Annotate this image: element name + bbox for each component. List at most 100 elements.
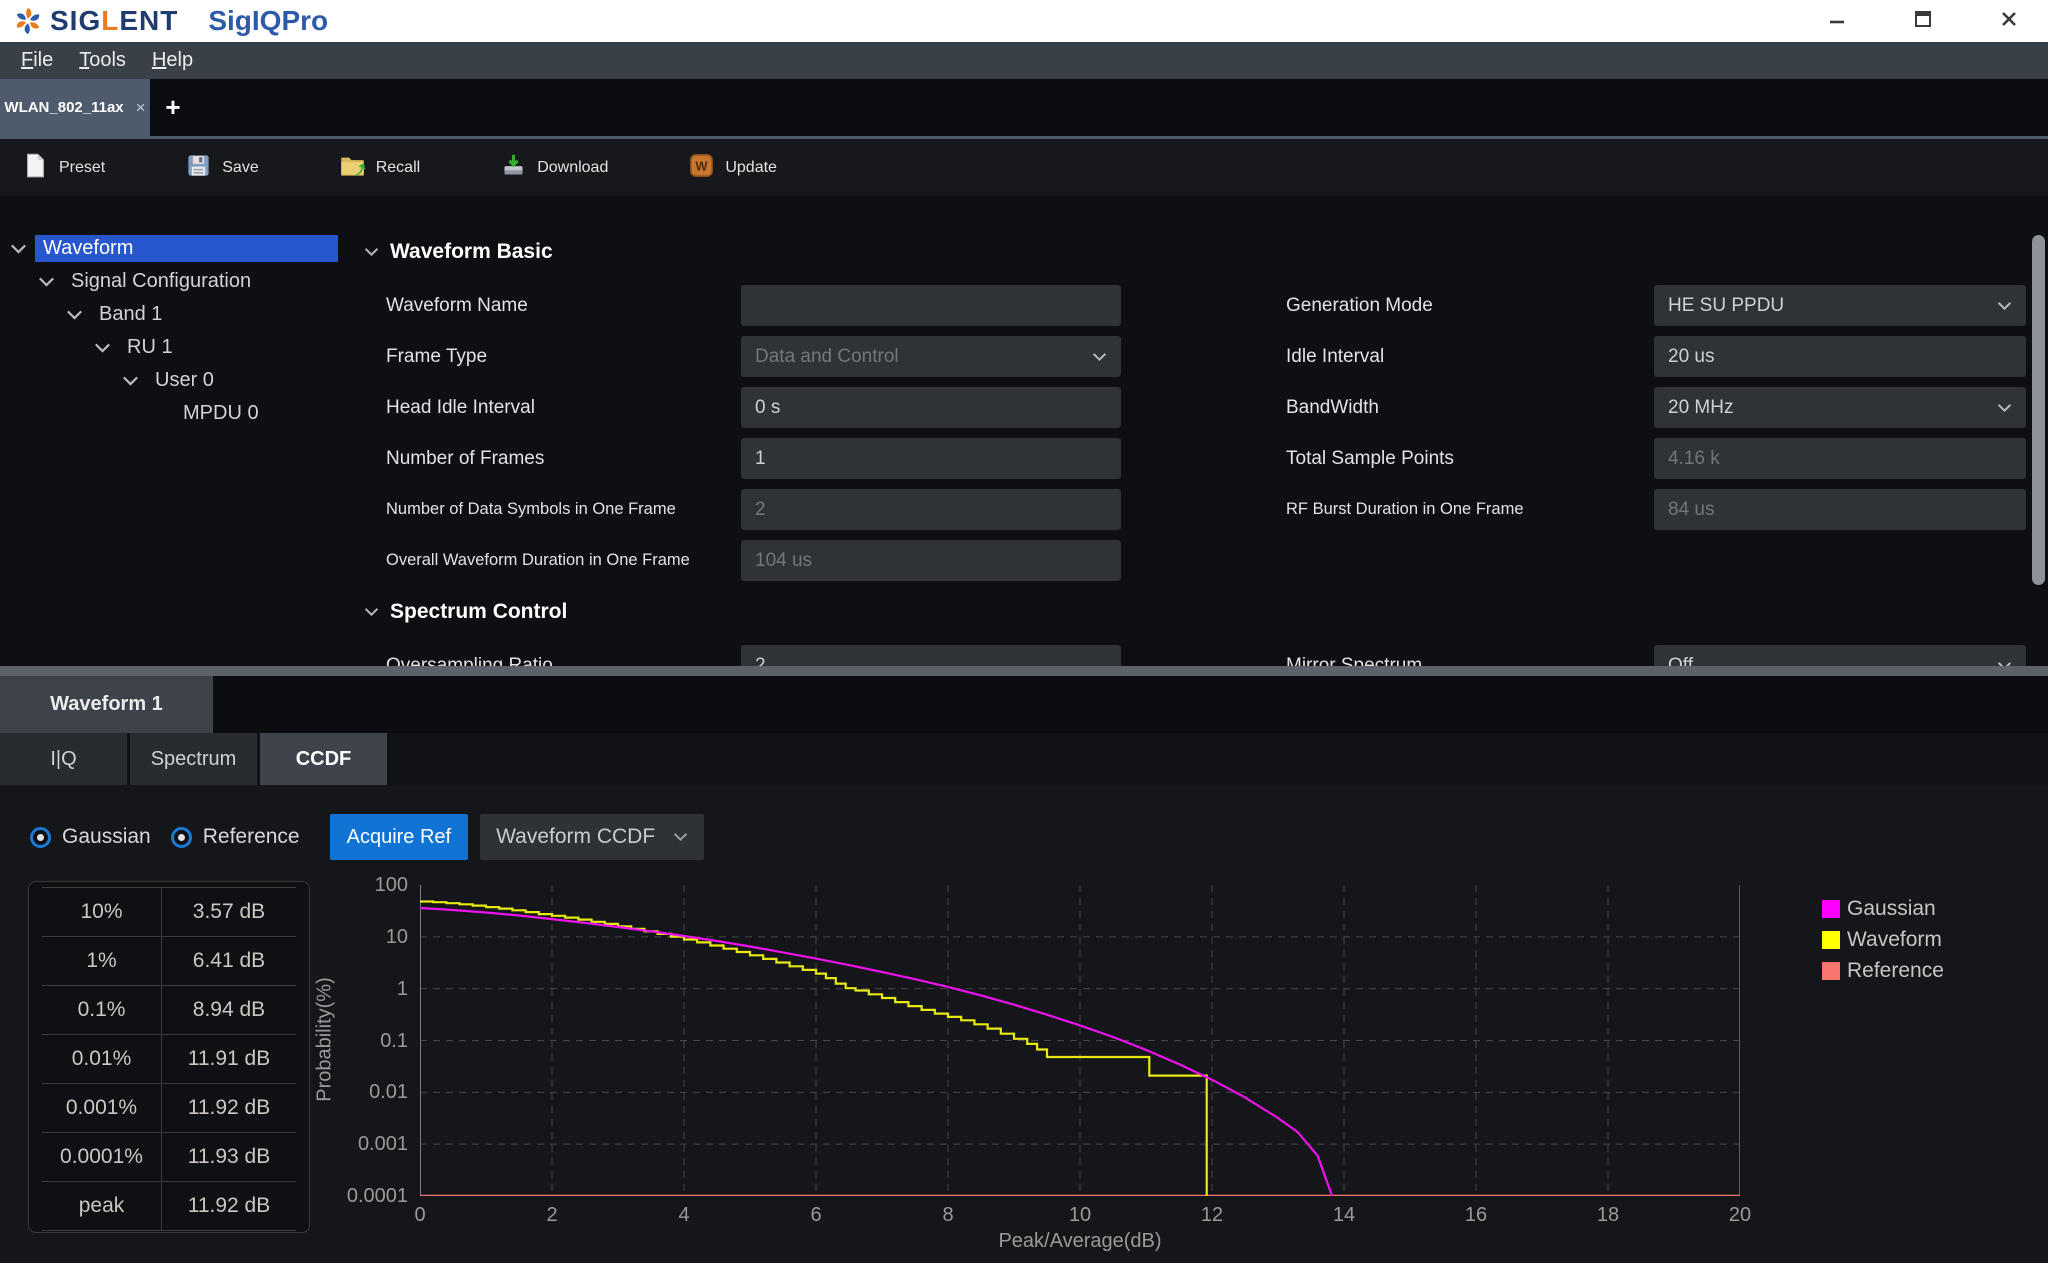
brand-text: SIGLENT — [50, 5, 178, 37]
y-tick-label: 0.1 — [338, 1030, 408, 1053]
field-value: 20 MHz — [1668, 397, 1733, 419]
field-idle-interval-input[interactable]: 20 us — [1654, 336, 2026, 377]
field-generation-mode-select[interactable]: HE SU PPDU — [1654, 285, 2026, 326]
column-gap — [1121, 387, 1286, 428]
maximize-icon — [1912, 8, 1934, 35]
analysis-panel: Waveform 1 I|QSpectrumCCDF GaussianRefer… — [0, 676, 2048, 1263]
brand-accent-letter: L — [101, 5, 119, 36]
field-value: 84 us — [1668, 499, 1714, 521]
stats-probability: 0.01% — [42, 1035, 162, 1083]
menu-item-tools[interactable]: Tools — [66, 49, 139, 72]
close-icon[interactable]: × — [136, 98, 146, 118]
tree-item-mpdu-0[interactable]: MPDU 0 — [0, 397, 358, 430]
stats-row: peak11.92 dB — [42, 1182, 296, 1231]
save-button[interactable]: Save — [185, 152, 258, 184]
minimize-button[interactable] — [1822, 6, 1852, 36]
menu-item-help[interactable]: Help — [139, 49, 206, 72]
stats-probability: 0.1% — [42, 986, 162, 1034]
field-frame-type-select[interactable]: Data and Control — [741, 336, 1121, 377]
ccdf-controls: GaussianReference Acquire Ref Waveform C… — [30, 814, 704, 860]
tree-item-label: MPDU 0 — [175, 400, 267, 427]
tree-item-ru-1[interactable]: RU 1 — [0, 331, 358, 364]
stats-probability: peak — [42, 1182, 162, 1230]
field-value: 2 — [755, 655, 766, 667]
field-number-of-data-symbols-in-one-frame-input[interactable]: 2 — [741, 489, 1121, 530]
legend-label: Gaussian — [1847, 897, 1936, 921]
legend-swatch-icon — [1822, 931, 1840, 949]
field-label-bandwidth: BandWidth — [1286, 387, 1654, 428]
menu-item-file[interactable]: File — [8, 49, 66, 72]
field-mirror-spectrum-select[interactable]: Off — [1654, 645, 2026, 666]
acquire-ref-button[interactable]: Acquire Ref — [330, 814, 469, 860]
chevron-down-icon — [66, 309, 83, 321]
empty-cell — [1286, 540, 1654, 581]
vertical-scrollbar[interactable] — [2032, 235, 2045, 585]
y-tick-label: 1 — [338, 978, 408, 1001]
field-value: 2 — [755, 499, 766, 521]
tree-item-user-0[interactable]: User 0 — [0, 364, 358, 397]
x-tick-label: 8 — [918, 1204, 978, 1227]
window-controls — [1766, 6, 2024, 36]
maximize-button[interactable] — [1908, 6, 1938, 36]
radio-reference[interactable] — [171, 827, 192, 848]
stats-probability: 10% — [42, 888, 162, 936]
titlebar: SIGLENT SigIQPro — [0, 0, 2048, 42]
toolbar-button-label: Update — [725, 159, 777, 177]
stats-row: 10%3.57 dB — [42, 888, 296, 937]
tab-waveform-1[interactable]: Waveform 1 — [0, 676, 213, 733]
radio-label: Reference — [203, 825, 300, 849]
tree-item-band-1[interactable]: Band 1 — [0, 298, 358, 331]
toolbar-button-label: Preset — [59, 159, 105, 177]
new-tab-button[interactable]: + — [150, 79, 196, 136]
field-label-number-of-data-symbols-in-one-frame: Number of Data Symbols in One Frame — [386, 489, 741, 530]
stats-value: 11.92 dB — [162, 1182, 296, 1230]
stats-row: 0.0001%11.93 dB — [42, 1133, 296, 1182]
waveform-tab-label: Waveform 1 — [50, 693, 163, 716]
toolbar-button-label: Recall — [376, 159, 420, 177]
tree-item-waveform[interactable]: Waveform — [0, 232, 358, 265]
field-overall-waveform-duration-in-one-frame-input[interactable]: 104 us — [741, 540, 1121, 581]
section-header-spectrum-control[interactable]: Spectrum Control — [364, 594, 2048, 630]
configuration-panel: WaveformSignal ConfigurationBand 1RU 1Us… — [0, 196, 2048, 666]
recall-button[interactable]: Recall — [339, 152, 420, 184]
field-rf-burst-duration-in-one-frame-input[interactable]: 84 us — [1654, 489, 2026, 530]
field-total-sample-points-input[interactable]: 4.16 k — [1654, 438, 2026, 479]
x-tick-label: 12 — [1182, 1204, 1242, 1227]
field-value: Data and Control — [755, 346, 899, 368]
stats-value: 8.94 dB — [162, 986, 296, 1034]
x-tick-label: 20 — [1710, 1204, 1770, 1227]
tab-i-q[interactable]: I|Q — [0, 733, 127, 785]
panel-splitter[interactable] — [0, 666, 2048, 676]
field-value: 4.16 k — [1668, 448, 1720, 470]
y-tick-label: 0.001 — [338, 1133, 408, 1156]
download-button[interactable]: Download — [500, 152, 608, 184]
stats-value: 11.91 dB — [162, 1035, 296, 1083]
menubar: FileToolsHelp — [0, 42, 2048, 79]
preset-button[interactable]: Preset — [22, 152, 105, 184]
tab-spectrum[interactable]: Spectrum — [130, 733, 257, 785]
field-bandwidth-select[interactable]: 20 MHz — [1654, 387, 2026, 428]
update-button[interactable]: WUpdate — [688, 152, 777, 184]
folder-recall-icon — [339, 152, 366, 184]
chevron-down-icon — [122, 375, 139, 387]
field-value: 20 us — [1668, 346, 1714, 368]
field-waveform-name-input[interactable] — [741, 285, 1121, 326]
stats-probability: 1% — [42, 937, 162, 985]
chevron-down-icon — [1997, 403, 2012, 413]
ccdf-source-select[interactable]: Waveform CCDF — [480, 814, 704, 860]
field-head-idle-interval-input[interactable]: 0 s — [741, 387, 1121, 428]
close-button[interactable] — [1994, 6, 2024, 36]
field-number-of-frames-input[interactable]: 1 — [741, 438, 1121, 479]
field-value: Off — [1668, 655, 1693, 667]
field-oversampling-ratio-input[interactable]: 2 — [741, 645, 1121, 666]
tree-item-signal-configuration[interactable]: Signal Configuration — [0, 265, 358, 298]
radio-gaussian[interactable] — [30, 827, 51, 848]
section-header-waveform-basic[interactable]: Waveform Basic — [364, 234, 2048, 270]
field-label-idle-interval: Idle Interval — [1286, 336, 1654, 377]
section-title: Spectrum Control — [390, 600, 567, 624]
column-gap — [1121, 489, 1286, 530]
tab-ccdf[interactable]: CCDF — [260, 733, 387, 785]
document-icon — [22, 152, 49, 184]
x-tick-label: 2 — [522, 1204, 582, 1227]
tab-wlan-802-11ax[interactable]: WLAN_802_11ax × — [0, 79, 150, 136]
